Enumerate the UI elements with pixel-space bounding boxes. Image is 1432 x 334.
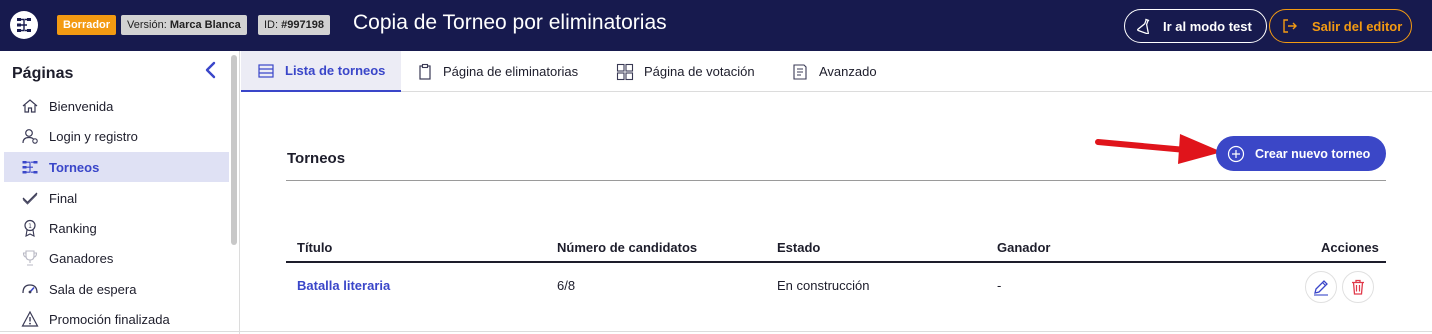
list-icon [258,63,274,78]
edit-button[interactable] [1305,271,1337,303]
warning-icon [21,310,39,327]
check-icon [22,192,38,205]
version-badge: Versión: Marca Blanca [121,15,247,35]
sidebar-scrollbar[interactable] [231,55,237,245]
plus-circle-icon [1227,145,1245,162]
pencil-icon [1314,280,1328,296]
sidebar-title: Páginas [12,65,74,82]
tab-label: Página de eliminatorias [443,64,579,79]
sidebar-item-final[interactable]: Final [4,183,229,213]
page-title: Copia de Torneo por eliminatorias [353,11,667,34]
candidates-count: 6/8 [557,278,576,293]
id-label: ID: [264,19,282,31]
chevron-left-icon[interactable] [203,61,219,79]
svg-text:1: 1 [28,223,32,230]
version-value: Marca Blanca [169,19,241,31]
bottom-border [0,331,1432,332]
tab-avanzado[interactable]: Avanzado [791,51,877,92]
sidebar-item-label: Login y registro [49,128,138,144]
top-bar: Borrador Versión: Marca Blanca ID: #9971… [0,0,1432,51]
trophy-icon [22,250,38,266]
tab-label: Avanzado [819,64,877,79]
user-icon [22,129,38,144]
sidebar-item-label: Sala de espera [49,281,137,297]
tab-pagina-de-eliminatorias[interactable]: Página de eliminatorias [417,51,578,92]
sidebar-item-bienvenida[interactable]: Bienvenida [4,91,229,121]
column-header-estado: Estado [777,240,821,255]
column-header-titulo: Título [297,240,333,255]
delete-button[interactable] [1342,271,1374,303]
test-mode-button[interactable]: Ir al modo test [1124,9,1267,43]
sidebar-item-label: Ganadores [49,250,114,266]
sidebar-item-ganadores[interactable]: Ganadores [4,243,229,273]
sidebar-item-torneos[interactable]: Torneos [4,152,229,182]
exit-icon [1283,19,1297,33]
version-label: Versión: [127,19,170,31]
sidebar-item-label: Ranking [49,220,97,236]
sidebar-item-login[interactable]: Login y registro [4,121,229,151]
winner-text: - [997,278,1002,293]
sidebar-item-label: Torneos [49,159,100,175]
clipboard-icon [419,63,431,80]
sidebar: Páginas Bienvenida Login y registro Torn… [0,51,240,334]
medal-icon: 1 [24,219,36,237]
home-icon [22,99,38,113]
flask-icon [1137,18,1150,34]
annotation-arrow-icon [1095,134,1222,164]
exit-editor-label: Salir del editor [1312,18,1403,34]
tab-bar: Lista de torneos Página de eliminatorias… [241,51,1432,92]
exit-editor-button[interactable]: Salir del editor [1269,9,1412,43]
id-badge: ID: #997198 [258,15,330,35]
column-header-acciones: Acciones [1321,240,1379,255]
bracket-icon [22,161,38,174]
sidebar-item-label: Promoción finalizada [49,311,170,327]
column-header-candidatos: Número de candidatos [557,240,698,255]
speedometer-icon [22,284,38,294]
sidebar-item-label: Final [49,190,78,206]
create-tournament-button[interactable]: Crear nuevo torneo [1216,136,1386,171]
grid-icon [616,63,634,80]
sidebar-item-promocion-finalizada[interactable]: Promoción finalizada [4,304,229,334]
sidebar-item-ranking[interactable]: 1 Ranking [4,213,229,243]
draft-badge: Borrador [57,15,117,35]
tab-lista-de-torneos[interactable]: Lista de torneos [241,51,401,92]
tab-pagina-de-votacion[interactable]: Página de votación [616,51,755,92]
document-icon [793,63,807,80]
tab-label: Lista de torneos [285,63,386,78]
section-title: Torneos [287,150,346,167]
id-value: #997198 [281,19,324,31]
trash-icon [1352,279,1364,295]
status-text: En construcción [777,278,870,293]
section-divider [286,180,1386,181]
app-logo-icon[interactable] [10,11,38,39]
sidebar-item-label: Bienvenida [49,98,114,114]
test-mode-label: Ir al modo test [1163,18,1252,34]
create-tournament-label: Crear nuevo torneo [1255,146,1371,161]
tab-label: Página de votación [644,64,755,79]
column-header-ganador: Ganador [997,240,1051,255]
table-header-divider [286,261,1386,263]
sidebar-item-sala-espera[interactable]: Sala de espera [4,274,229,304]
tournament-title-link[interactable]: Batalla literaria [297,278,390,293]
